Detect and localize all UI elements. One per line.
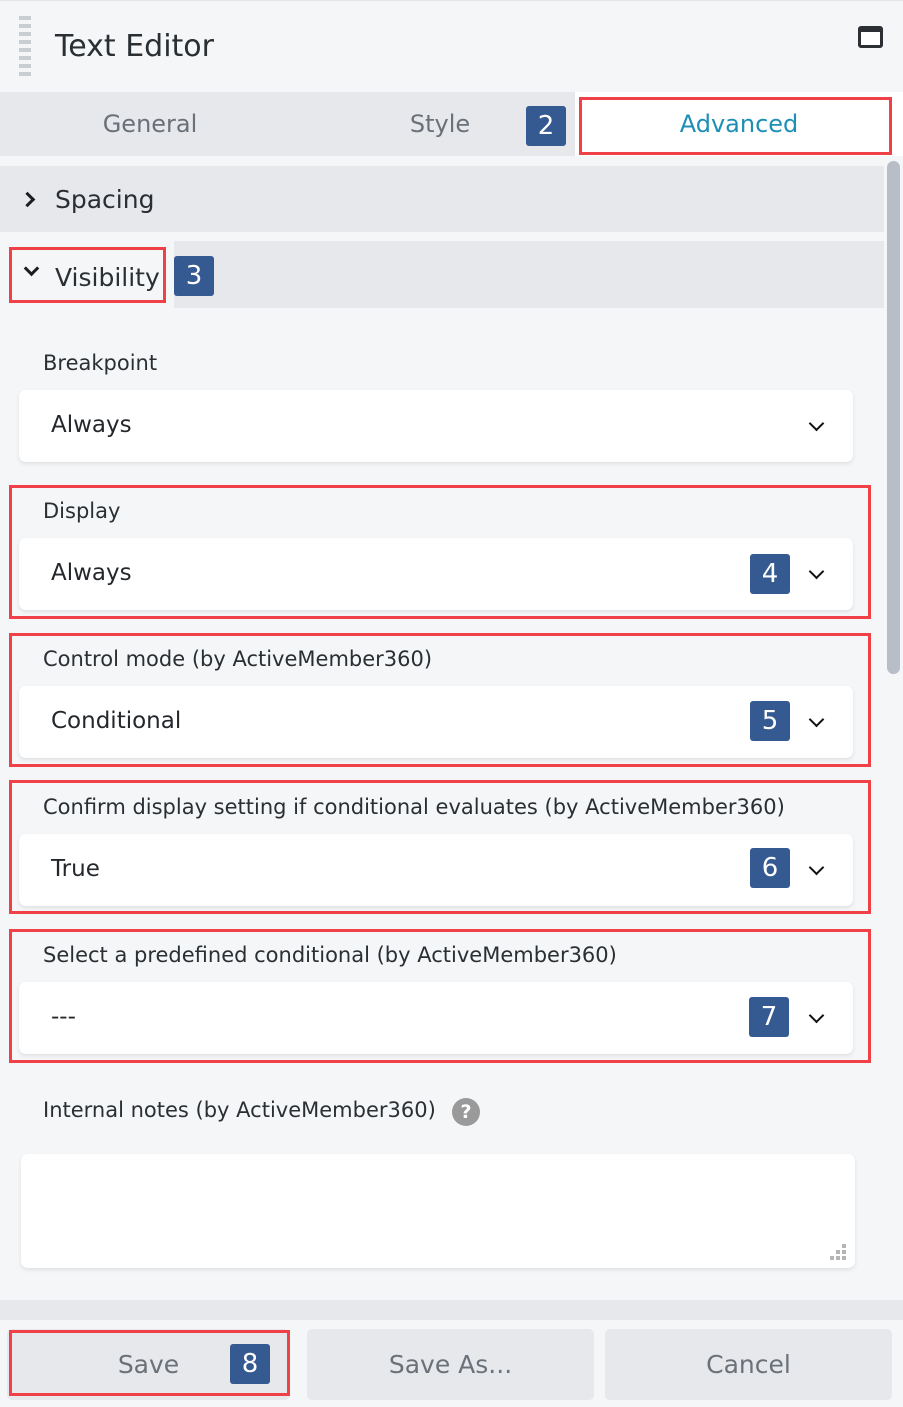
chevron-down-icon	[808, 711, 825, 728]
tab-bar: General Style Advanced	[0, 92, 903, 156]
control-mode-value: Conditional	[51, 708, 182, 734]
text-editor-panel: Text Editor General Style Advanced 2 Spa…	[0, 0, 903, 1407]
chevron-down-icon	[808, 563, 825, 580]
breakpoint-label: Breakpoint	[43, 351, 158, 375]
step-badge-4: 4	[750, 554, 790, 594]
internal-notes-textarea[interactable]	[21, 1154, 855, 1268]
chevron-down-icon	[808, 859, 825, 876]
display-value: Always	[51, 560, 132, 586]
breakpoint-value: Always	[51, 412, 132, 438]
step-badge-6: 6	[750, 848, 790, 888]
resize-grip-icon[interactable]	[830, 1244, 846, 1260]
footer-divider	[0, 1300, 903, 1320]
section-spacing-label: Spacing	[55, 184, 155, 214]
step-badge-5: 5	[750, 701, 790, 741]
section-spacing-header[interactable]: Spacing	[0, 166, 884, 232]
confirm-display-label: Confirm display setting if conditional e…	[43, 795, 785, 819]
breakpoint-select[interactable]: Always	[19, 390, 853, 462]
section-visibility-label: Visibility	[55, 263, 160, 292]
chevron-down-icon	[808, 415, 825, 432]
help-icon[interactable]: ?	[452, 1098, 480, 1126]
predefined-conditional-label: Select a predefined conditional (by Acti…	[43, 943, 617, 967]
display-label: Display	[43, 499, 121, 523]
cancel-button[interactable]: Cancel	[605, 1329, 892, 1400]
predefined-conditional-value: ---	[51, 1004, 76, 1030]
maximize-window-icon[interactable]	[858, 26, 883, 48]
cancel-button-label: Cancel	[706, 1350, 791, 1379]
chevron-right-icon	[19, 191, 36, 207]
confirm-display-select[interactable]: True 6	[19, 834, 853, 906]
save-as-button[interactable]: Save As...	[307, 1329, 594, 1400]
visibility-toggle-area[interactable]: Visibility	[0, 241, 174, 308]
tab-general[interactable]: General	[0, 92, 300, 156]
save-as-button-label: Save As...	[388, 1350, 513, 1379]
panel-header: Text Editor	[0, 1, 903, 92]
step-badge-8: 8	[230, 1344, 270, 1384]
panel-title: Text Editor	[55, 29, 214, 64]
control-mode-select[interactable]: Conditional 5	[19, 686, 853, 758]
section-visibility-header[interactable]: Visibility	[0, 241, 884, 308]
step-badge-3: 3	[174, 256, 214, 296]
chevron-down-icon	[808, 1007, 825, 1024]
predefined-conditional-select[interactable]: --- 7	[19, 982, 853, 1054]
save-button-label: Save	[117, 1350, 180, 1379]
step-badge-7: 7	[749, 997, 789, 1037]
drag-handle-icon[interactable]	[19, 16, 31, 76]
internal-notes-label: Internal notes (by ActiveMember360)	[43, 1098, 436, 1122]
step-badge-2: 2	[526, 106, 566, 146]
display-select[interactable]: Always 4	[19, 538, 853, 610]
chevron-down-icon	[23, 260, 40, 277]
tab-advanced[interactable]: Advanced	[575, 92, 903, 156]
confirm-display-value: True	[51, 856, 100, 882]
scrollbar-thumb[interactable]	[887, 161, 900, 674]
control-mode-label: Control mode (by ActiveMember360)	[43, 647, 433, 671]
